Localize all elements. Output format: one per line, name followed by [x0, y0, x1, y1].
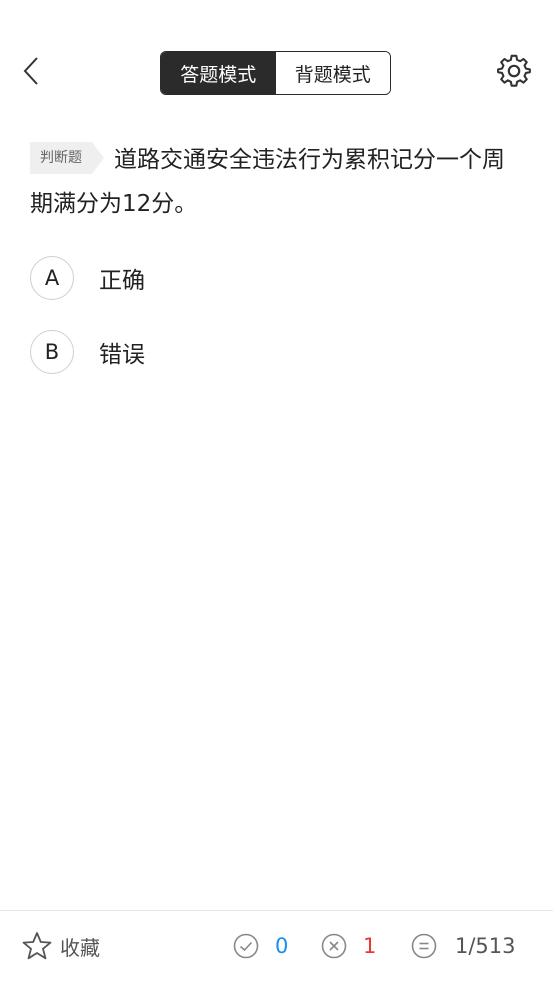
back-chevron-icon	[23, 57, 38, 85]
progress-stat[interactable]: 1/513	[411, 933, 516, 959]
back-button[interactable]	[18, 56, 48, 86]
question-block: 判断题 道路交通安全违法行为累积记分一个周期满分为12分。	[30, 138, 522, 226]
question-progress: 1/513	[455, 934, 516, 958]
wrong-count-stat[interactable]: 1	[321, 933, 376, 959]
wrong-count: 1	[363, 934, 377, 958]
option-a[interactable]: A 正确	[30, 254, 520, 302]
gear-icon	[497, 54, 531, 87]
correct-count: 0	[275, 934, 289, 958]
equals-circle-icon	[411, 933, 437, 959]
favorite-label: 收藏	[60, 935, 100, 960]
option-text: 正确	[99, 268, 145, 294]
answer-mode-tab[interactable]: 答题模式	[161, 52, 276, 94]
top-bar: 答题模式 背题模式	[0, 0, 553, 145]
check-circle-icon	[233, 933, 259, 959]
favorite-button[interactable]: 收藏	[22, 931, 100, 961]
bottom-bar: 收藏 0 1 1/513	[0, 910, 553, 985]
option-text: 错误	[99, 342, 145, 368]
mode-switch: 答题模式 背题模式	[160, 51, 391, 95]
settings-button[interactable]	[497, 54, 531, 88]
memorize-mode-tab[interactable]: 背题模式	[275, 52, 390, 94]
option-b[interactable]: B 错误	[30, 328, 520, 376]
star-icon	[22, 932, 52, 960]
correct-count-stat[interactable]: 0	[233, 933, 288, 959]
question-type-tag: 判断题	[30, 141, 104, 174]
option-letter: B	[30, 330, 74, 374]
option-letter: A	[30, 256, 74, 300]
x-circle-icon	[321, 933, 347, 959]
